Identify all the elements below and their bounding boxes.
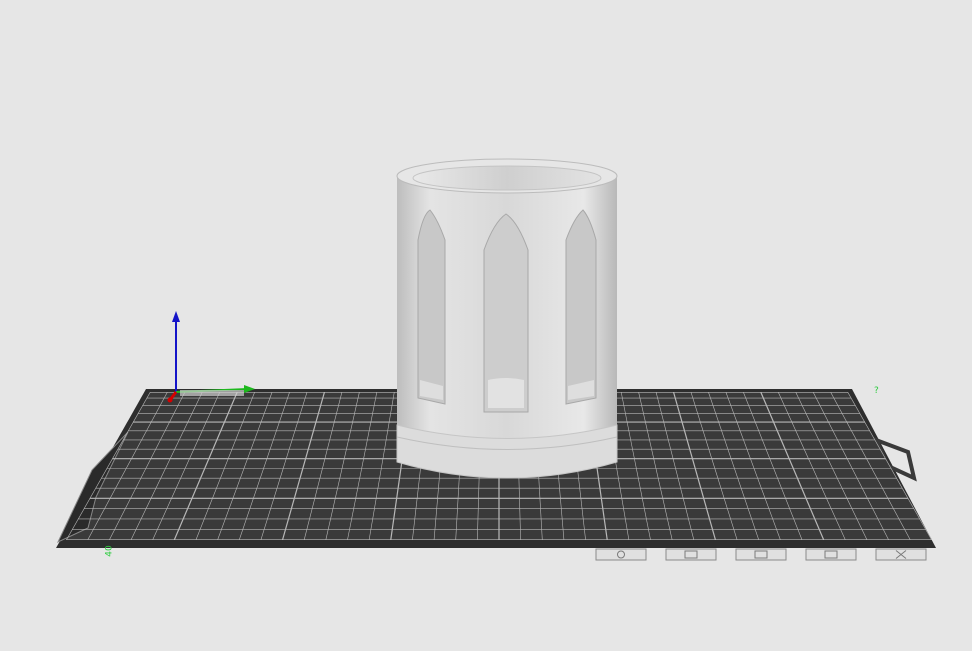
axis-gizmo: [167, 311, 255, 403]
bed-tabs: [595, 548, 927, 561]
bed-label-back-right: ?: [874, 386, 879, 396]
gear-icon: [595, 548, 647, 561]
arrange-icon: [805, 548, 857, 561]
3d-viewport[interactable]: [0, 0, 972, 651]
cube-icon: [665, 548, 717, 561]
layers-icon: [735, 548, 787, 561]
model-object[interactable]: [396, 158, 618, 479]
close-icon: [875, 548, 927, 561]
bed-label-front-left: 40: [104, 545, 115, 557]
